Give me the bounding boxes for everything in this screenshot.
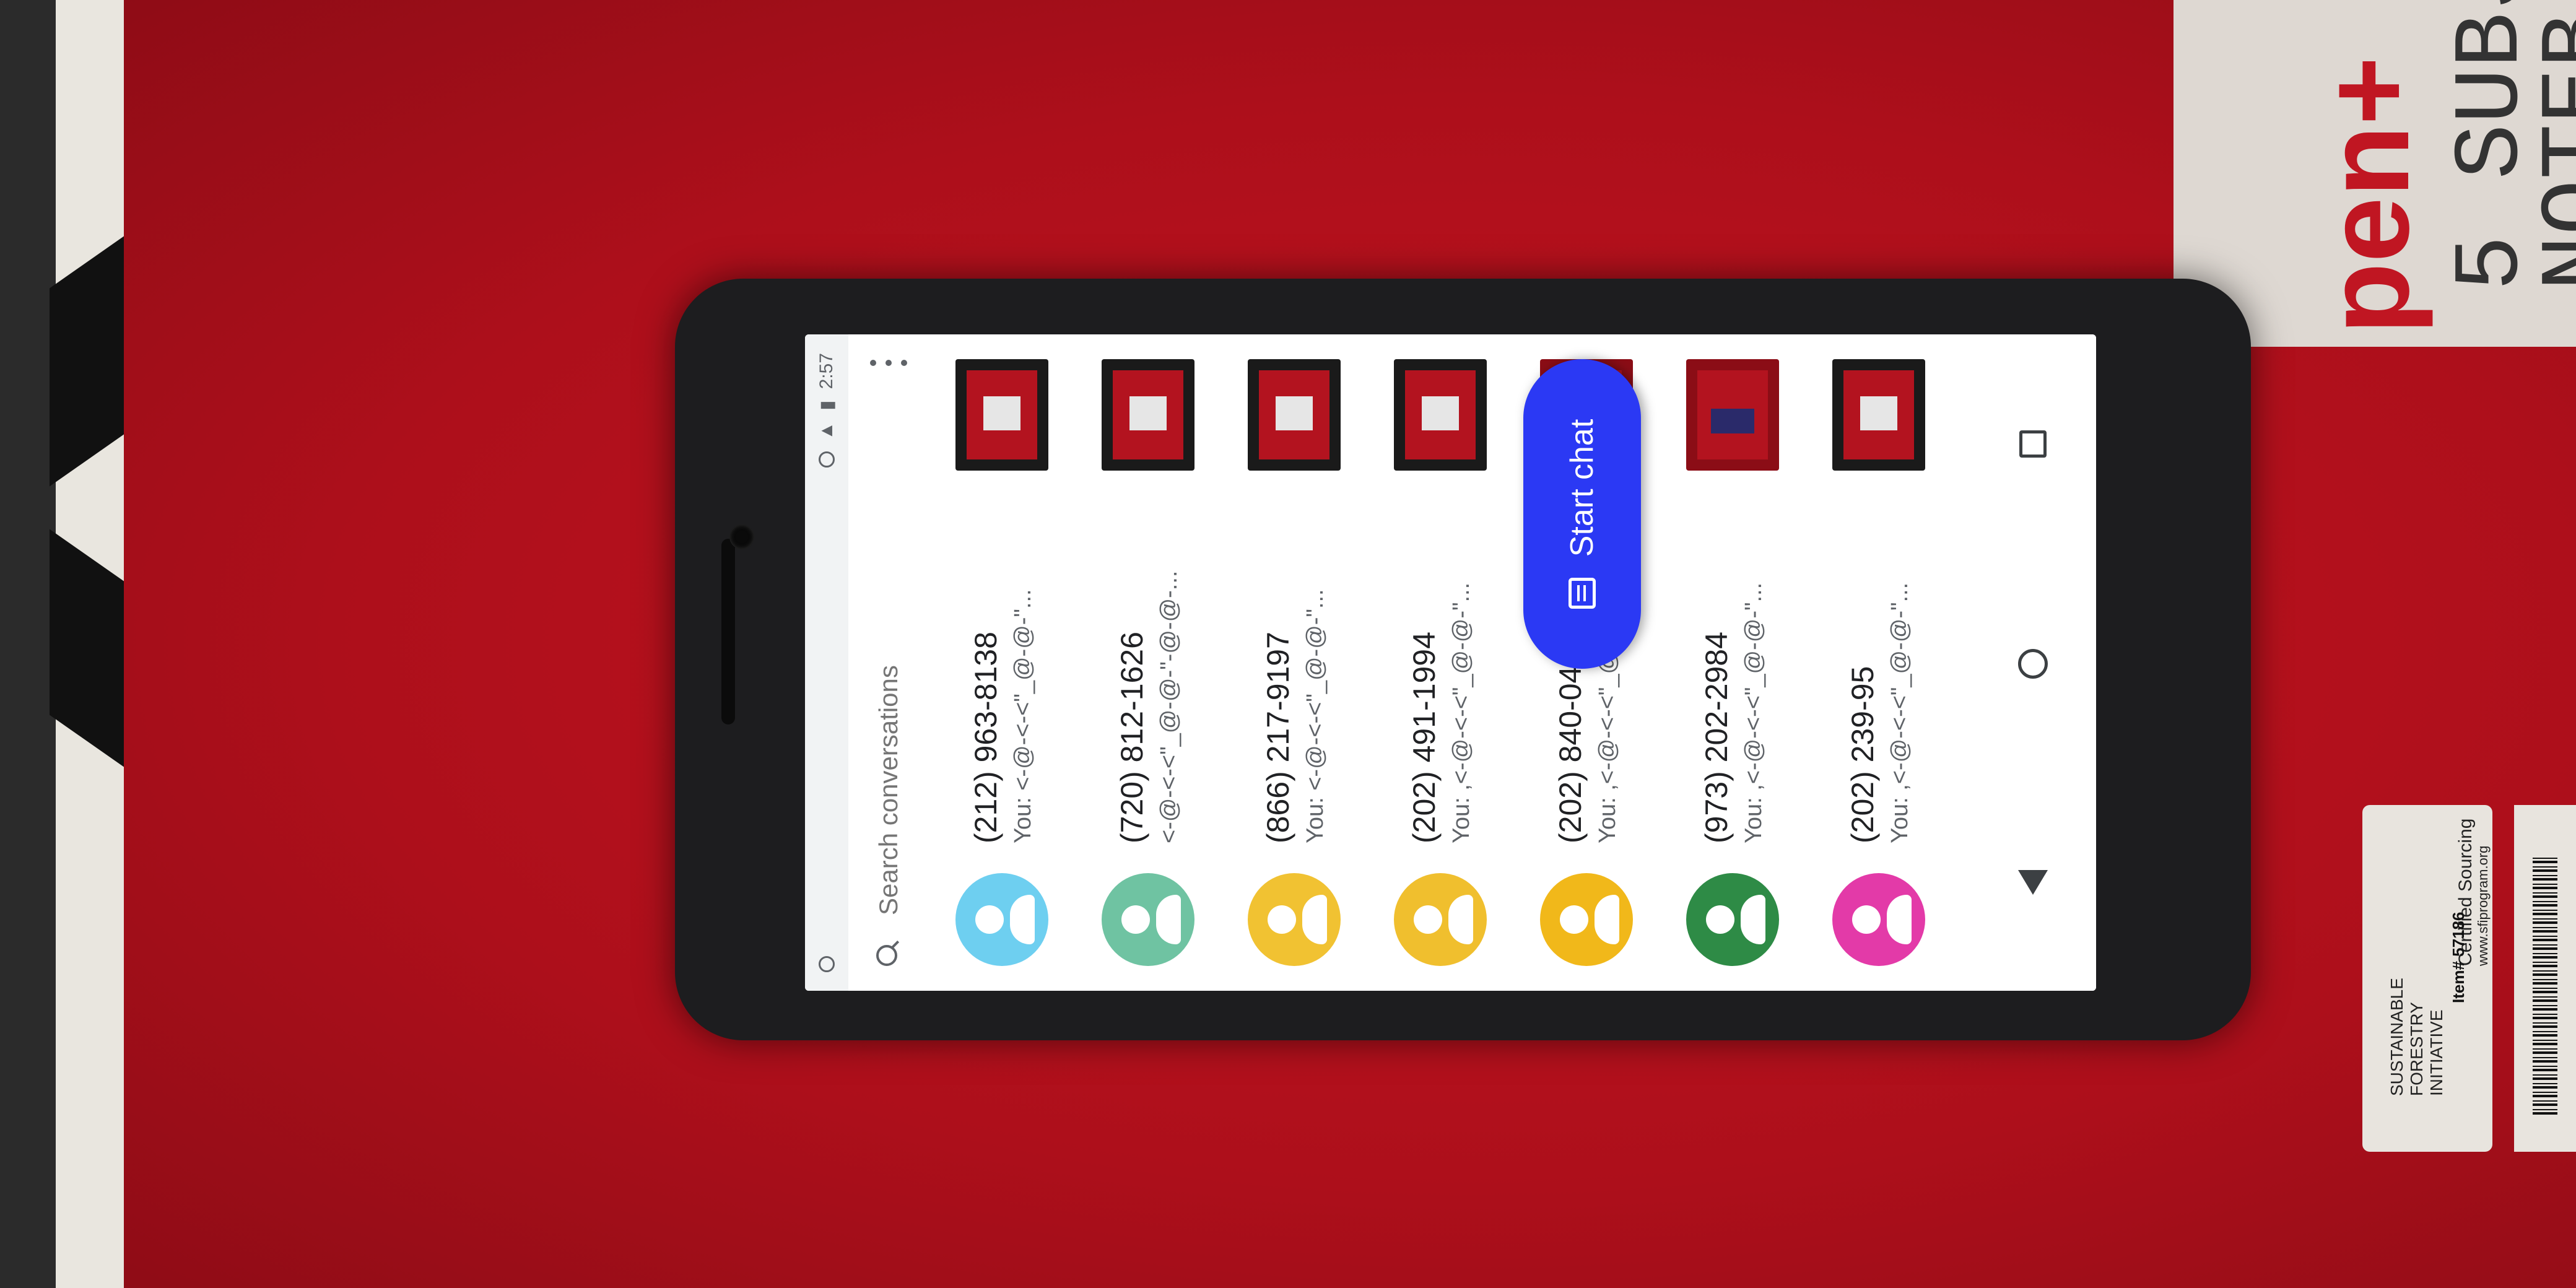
conversation-row[interactable]: (720) 812-1626 <-@-<-<"_@-@-"-@-@-... bbox=[1075, 334, 1221, 991]
conversation-row[interactable]: (212) 963-8138 You: <-@-<-<"_@-@-"... bbox=[929, 334, 1075, 991]
conversation-row[interactable]: (973) 202-2984 You: ,<-@-<-<"_@-@-"... bbox=[1660, 334, 1806, 991]
conversation-list: (212) 963-8138 You: <-@-<-<"_@-@-"... (7… bbox=[929, 334, 1952, 991]
front-camera bbox=[729, 524, 754, 549]
contact-avatar-icon bbox=[1394, 873, 1487, 966]
contact-avatar-icon bbox=[1102, 873, 1194, 966]
phone-earpiece bbox=[721, 539, 735, 724]
barcode bbox=[2533, 855, 2557, 1115]
paper-edge bbox=[50, 0, 130, 1288]
battery-icon: ▮ bbox=[816, 400, 837, 411]
sfi-line-1: SUSTAINABLE bbox=[2387, 978, 2406, 1096]
hotspot-icon bbox=[819, 956, 835, 972]
image-thumbnail[interactable] bbox=[1686, 359, 1779, 471]
more-options-icon[interactable] bbox=[870, 359, 907, 367]
message-icon bbox=[1569, 578, 1596, 609]
conversation-snippet: You: <-@-<-<"_@-@-"... bbox=[1302, 589, 1328, 843]
conversation-snippet: You: ,<-@-<-<"_@-@-"... bbox=[1886, 582, 1913, 843]
conversation-snippet: You: ,<-@-<-<"_@-@-"... bbox=[1740, 582, 1767, 843]
signal-icon: ▲ bbox=[816, 421, 837, 440]
conversation-snippet: You: <-@-<-<"_@-@-"... bbox=[1009, 589, 1036, 843]
conversation-name: (973) 202-2984 bbox=[1699, 632, 1734, 843]
barcode-label bbox=[2514, 805, 2576, 1152]
conversation-row[interactable]: (202) 239-95 You: ,<-@-<-<"_@-@-"... bbox=[1806, 334, 1952, 991]
status-time: 2:57 bbox=[816, 353, 837, 389]
item-number: Item# 57186 bbox=[2449, 912, 2468, 1003]
sfi-label: SUSTAINABLE FORESTRY INITIATIVE Certifie… bbox=[2362, 805, 2492, 1152]
image-thumbnail[interactable] bbox=[1102, 359, 1194, 471]
contact-avatar-icon bbox=[955, 873, 1048, 966]
data-saver-icon bbox=[819, 451, 835, 468]
desk-edge bbox=[0, 0, 56, 1288]
home-icon[interactable] bbox=[2017, 649, 2048, 679]
search-icon[interactable] bbox=[876, 941, 901, 966]
start-chat-label: Start chat bbox=[1564, 419, 1600, 557]
notebook-type-text: NOTEB bbox=[2526, 12, 2576, 291]
sfi-url: www.sfiprogram.org bbox=[2475, 845, 2491, 966]
conversation-name: (202) 239-95 bbox=[1845, 666, 1880, 843]
phone-screen: ▲ ▮ 2:57 (212) 963-8138 You: <-@-<-<"_@-… bbox=[805, 334, 2096, 991]
image-thumbnail[interactable] bbox=[1394, 359, 1487, 471]
contact-avatar-icon bbox=[1832, 873, 1925, 966]
contact-avatar-icon bbox=[1540, 873, 1633, 966]
sfi-line-3: INITIATIVE bbox=[2427, 1009, 2446, 1097]
messages-app: ▲ ▮ 2:57 (212) 963-8138 You: <-@-<-<"_@-… bbox=[805, 334, 2096, 991]
start-chat-button[interactable]: Start chat bbox=[1523, 359, 1641, 669]
conversation-snippet: <-@-<-<"_@-@-"-@-@-... bbox=[1155, 570, 1182, 843]
conversation-row[interactable]: (202) 491-1994 You: ,<-@-<-<"_@-@-"... bbox=[1367, 334, 1513, 991]
image-thumbnail[interactable] bbox=[1248, 359, 1341, 471]
conversation-name: (866) 217-9197 bbox=[1260, 632, 1295, 843]
notebook-brand: pen+ bbox=[2302, 56, 2434, 334]
back-icon[interactable] bbox=[2017, 870, 2048, 895]
conversation-name: (212) 963-8138 bbox=[968, 632, 1003, 843]
search-input[interactable] bbox=[873, 367, 904, 916]
recents-icon[interactable] bbox=[2019, 430, 2047, 458]
status-bar: ▲ ▮ 2:57 bbox=[805, 334, 848, 991]
contact-avatar-icon bbox=[1686, 873, 1779, 966]
sfi-line-2: FORESTRY bbox=[2407, 1002, 2426, 1096]
conversation-snippet: You: ,<-@-<-<"_@-@-"... bbox=[1448, 582, 1474, 843]
system-nav-bar bbox=[1969, 334, 2096, 991]
conversation-row[interactable]: (866) 217-9197 You: <-@-<-<"_@-@-"... bbox=[1221, 334, 1367, 991]
search-bar[interactable] bbox=[848, 334, 929, 991]
image-thumbnail[interactable] bbox=[1832, 359, 1925, 471]
contact-avatar-icon bbox=[1248, 873, 1341, 966]
image-thumbnail[interactable] bbox=[955, 359, 1048, 471]
conversation-name: (202) 491-1994 bbox=[1406, 632, 1442, 843]
conversation-name: (720) 812-1626 bbox=[1114, 632, 1149, 843]
